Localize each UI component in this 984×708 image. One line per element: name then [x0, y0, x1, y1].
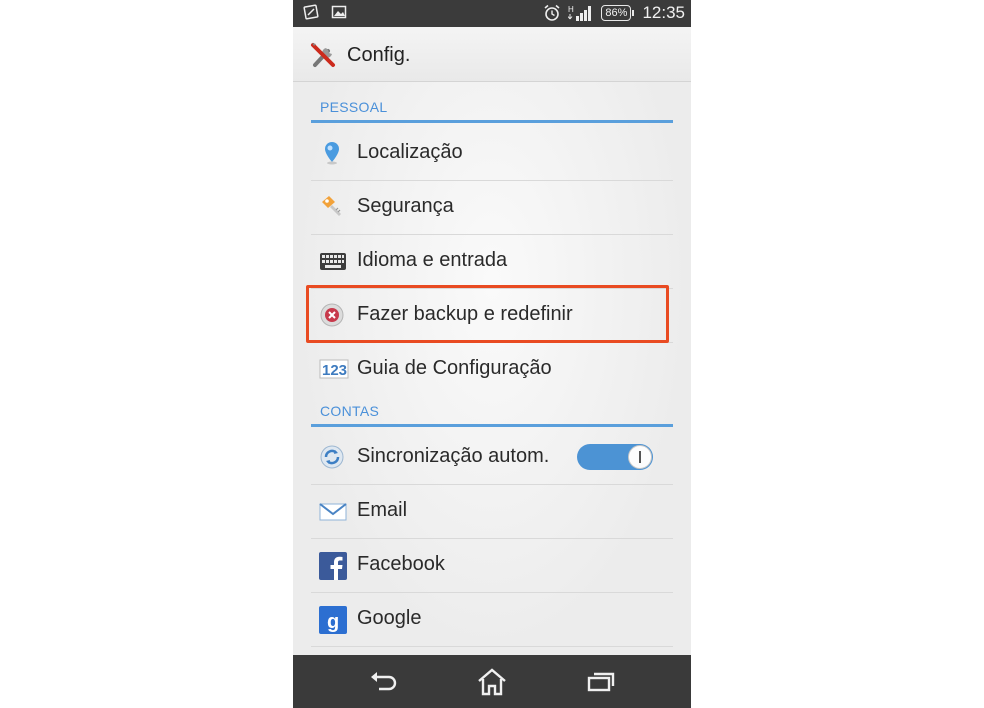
highlight-box [306, 285, 669, 343]
settings-item-facebook[interactable]: Facebook [311, 539, 673, 593]
settings-item-label: Segurança [357, 195, 454, 217]
settings-list: PESSOAL Localização Segurança Idioma e e… [293, 82, 691, 655]
clock: 12:35 [642, 3, 685, 22]
keyboard-icon [319, 248, 346, 274]
section-header-label: PESSOAL [320, 99, 388, 115]
signal-icon: H [568, 4, 594, 22]
image-icon [331, 4, 347, 20]
settings-item-setup-guide[interactable]: 123 Guia de Configuração [311, 343, 673, 396]
page-title: Config. [347, 44, 411, 66]
settings-item-auto-sync[interactable]: Sincronização autom. [311, 431, 673, 485]
settings-tools-icon[interactable] [309, 40, 339, 75]
settings-item-label: Guia de Configuração [357, 357, 552, 379]
facebook-icon [319, 552, 347, 580]
settings-item-label: Email [357, 499, 408, 521]
settings-item-email[interactable]: Email [311, 485, 673, 539]
notification-icon [303, 4, 319, 20]
settings-item-label: Google [357, 607, 422, 629]
settings-item-google[interactable]: g Google [311, 593, 673, 647]
settings-item-label: Sincronização autom. [357, 445, 550, 467]
phone-screen: H 86% 12:35 Config. PESSOAL Localização [293, 0, 691, 708]
svg-text:g: g [327, 611, 339, 633]
toggle-knob[interactable] [628, 445, 652, 469]
setup-123-icon: 123 [319, 356, 349, 382]
settings-item-label: Localização [357, 141, 463, 163]
navigation-bar [293, 655, 691, 708]
settings-item-label: Facebook [357, 553, 445, 575]
section-header-personal: PESSOAL [311, 96, 673, 123]
battery-indicator: 86% [601, 5, 635, 21]
google-icon: g [319, 606, 347, 634]
action-bar: Config. [293, 27, 691, 82]
section-header-label: CONTAS [320, 403, 380, 419]
signal-type-label: H [568, 5, 574, 14]
alarm-icon [543, 4, 561, 22]
key-icon [319, 194, 345, 220]
back-icon[interactable] [367, 667, 399, 697]
email-icon [319, 498, 347, 524]
status-bar: H 86% 12:35 [293, 0, 691, 27]
section-header-accounts: CONTAS [311, 400, 673, 427]
location-pin-icon [319, 140, 345, 166]
sync-icon [319, 444, 345, 470]
settings-item-language[interactable]: Idioma e entrada [311, 235, 673, 289]
auto-sync-toggle[interactable] [577, 444, 653, 470]
settings-item-label: Idioma e entrada [357, 249, 508, 271]
svg-text:123: 123 [322, 362, 347, 379]
recent-apps-icon[interactable] [585, 667, 617, 697]
home-icon[interactable] [476, 667, 508, 697]
settings-item-security[interactable]: Segurança [311, 181, 673, 235]
settings-item-location[interactable]: Localização [311, 127, 673, 181]
